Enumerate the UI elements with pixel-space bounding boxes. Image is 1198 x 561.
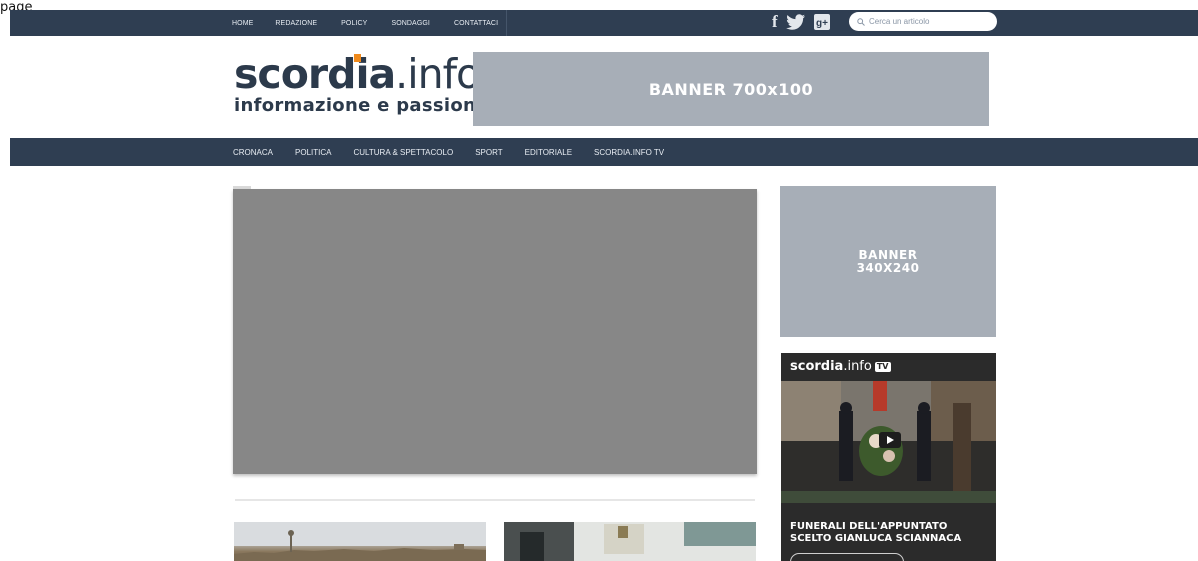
nav-editoriale[interactable]: EDITORIALE	[525, 148, 572, 157]
google-plus-icon[interactable]: g+	[813, 14, 830, 30]
facebook-icon[interactable]: f	[772, 12, 778, 32]
main-nav: CRONACA POLITICA CULTURA & SPETTACOLO SP…	[10, 138, 1198, 166]
tv-logo-light: .info	[843, 359, 872, 374]
nav-scordia-tv[interactable]: SCORDIA.INFO TV	[594, 148, 664, 157]
logo-wordmark: scordia.info	[234, 54, 489, 95]
banner-top-ad[interactable]: BANNER 700x100	[473, 52, 989, 126]
featured-slider[interactable]	[233, 189, 757, 474]
top-nav-policy[interactable]: POLICY	[341, 20, 367, 27]
tv-video-player[interactable]	[781, 381, 996, 503]
twitter-icon[interactable]	[785, 14, 806, 30]
site-logo[interactable]: scordia.info informazione e passione	[234, 54, 489, 117]
landscape-image	[234, 522, 486, 561]
tv-more-button[interactable]	[790, 553, 904, 561]
search-icon	[857, 17, 865, 26]
social-links: f g+	[772, 12, 838, 32]
logo-bold-text: scordia	[234, 50, 396, 98]
logo-tagline: informazione e passione	[234, 95, 489, 116]
search-box	[849, 12, 997, 31]
top-nav-contattaci[interactable]: CONTATTACI	[454, 20, 498, 27]
banner-side-line1: BANNER	[858, 247, 918, 262]
article-thumbnail[interactable]	[504, 522, 756, 561]
tv-logo-bold: scordia	[790, 359, 844, 374]
content-divider	[235, 499, 755, 501]
nav-cronaca[interactable]: CRONACA	[233, 148, 273, 157]
top-nav-divider	[506, 10, 508, 36]
svg-text:g+: g+	[816, 18, 828, 29]
top-nav: HOME REDAZIONE POLICY SONDAGGI CONTATTAC…	[232, 10, 508, 36]
top-nav-redazione[interactable]: REDAZIONE	[275, 20, 317, 27]
article-thumbnail[interactable]	[234, 522, 486, 561]
top-nav-home[interactable]: HOME	[232, 20, 253, 27]
nav-sport[interactable]: SPORT	[475, 148, 502, 157]
search-input[interactable]	[869, 17, 989, 26]
logo-light-text: .info	[395, 50, 481, 98]
tv-logo: scordia .info TV	[790, 359, 891, 374]
logo-accent-dot	[354, 54, 361, 62]
conference-image	[504, 522, 756, 561]
tv-video-title[interactable]: FUNERALI DELL'APPUNTATO SCELTO GIANLUCA …	[790, 521, 990, 545]
nav-politica[interactable]: POLITICA	[295, 148, 331, 157]
tv-widget: scordia .info TV FUNERALI DELL'APPUNTATO …	[781, 353, 996, 561]
nav-cultura-spettacolo[interactable]: CULTURA & SPETTACOLO	[353, 148, 453, 157]
banner-side-ad[interactable]: BANNER 340X240	[780, 186, 996, 337]
top-bar: HOME REDAZIONE POLICY SONDAGGI CONTATTAC…	[10, 10, 1198, 36]
top-nav-sondaggi[interactable]: SONDAGGI	[391, 20, 430, 27]
banner-side-line2: 340X240	[856, 260, 920, 275]
tv-badge: TV	[874, 361, 891, 372]
play-icon[interactable]	[879, 432, 901, 448]
